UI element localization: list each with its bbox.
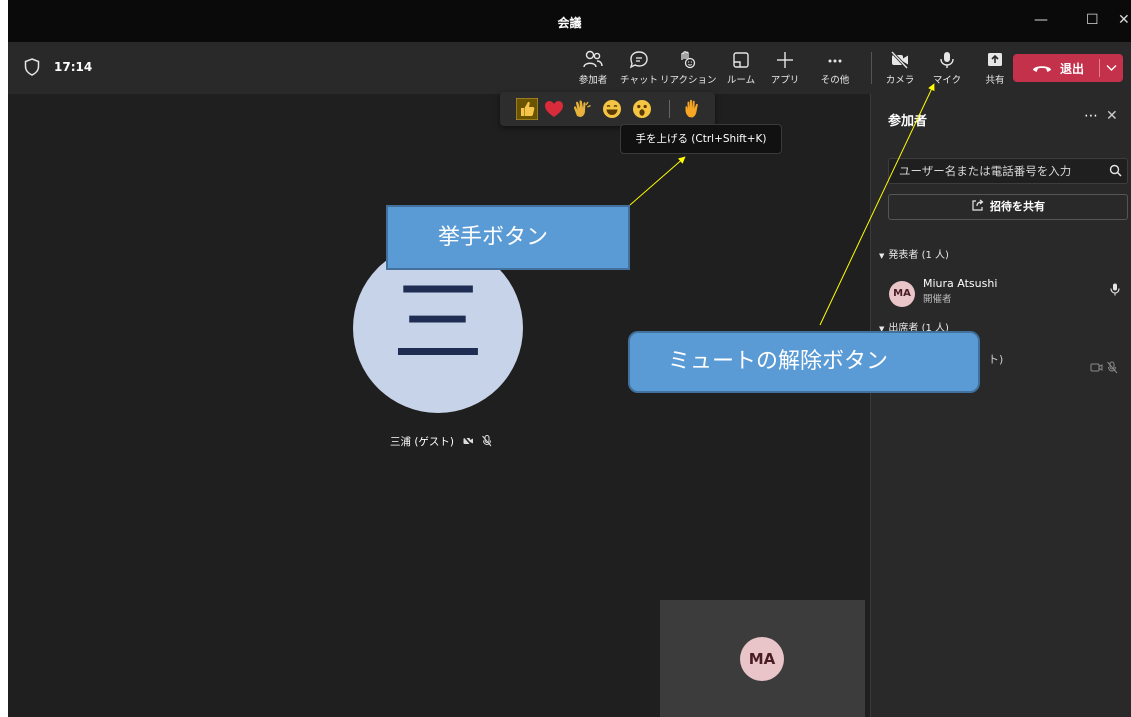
teams-meeting-window: 会議 — ☐ ✕ 17:14 参加者 チャット リアクション ルーム アプリ そ… bbox=[8, 0, 1131, 717]
unmute-callout: ミュートの解除ボタン bbox=[628, 331, 980, 393]
unmute-arrow bbox=[819, 83, 935, 326]
raise-hand-callout: 挙手ボタン bbox=[386, 205, 630, 270]
raise-hand-arrow bbox=[629, 156, 686, 206]
